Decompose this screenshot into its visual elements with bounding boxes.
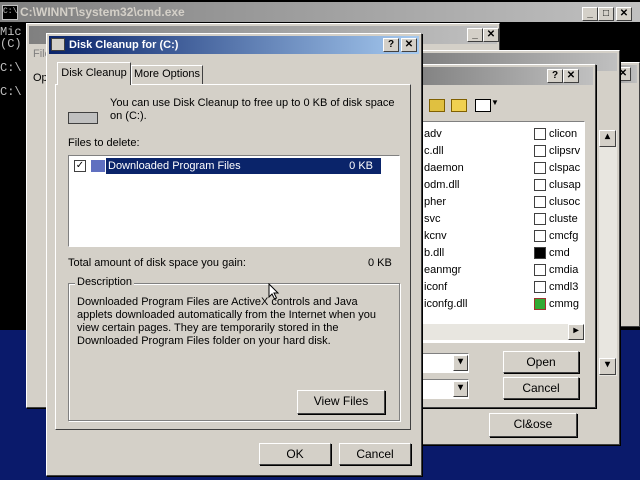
- close-dialog-button[interactable]: ✕: [401, 38, 417, 52]
- item-size: 0 KB: [349, 160, 373, 172]
- file-icon: [534, 196, 546, 209]
- mouse-cursor: [268, 283, 280, 300]
- file-item[interactable]: b.dll: [424, 246, 444, 260]
- cancel-button[interactable]: Cancel: [503, 377, 579, 399]
- cmd-minimize-button[interactable]: _: [582, 7, 598, 21]
- open-button[interactable]: Open: [503, 351, 579, 373]
- tab-disk-cleanup[interactable]: Disk Cleanup: [57, 62, 131, 85]
- file-item[interactable]: odm.dll: [424, 178, 459, 192]
- cmd-line-4: C:\: [0, 61, 22, 75]
- file-item[interactable]: cmdia: [534, 263, 578, 277]
- item-checkbox[interactable]: ✓: [74, 160, 86, 172]
- file-icon: [534, 264, 546, 277]
- scroll-up-button[interactable]: ▴: [599, 130, 616, 147]
- vertical-scrollbar[interactable]: ▴ ▾: [598, 130, 617, 376]
- up-folder-icon[interactable]: [429, 99, 445, 112]
- files-to-delete-list[interactable]: ✓ Downloaded Program Files 0 KB: [68, 155, 400, 247]
- close-button[interactable]: Cl&ose: [489, 413, 577, 437]
- file-item[interactable]: svc: [424, 212, 441, 226]
- disk-cleanup-dialog[interactable]: Disk Cleanup for (C:) ? ✕ Disk Cleanup M…: [46, 33, 422, 476]
- open-file-dialog[interactable]: ? ✕ ▼ adv c.dll daemon odm.dll pher svc …: [410, 64, 596, 408]
- description-group: Description Downloaded Program Files are…: [68, 276, 400, 421]
- file-item[interactable]: iconf: [424, 280, 447, 294]
- file-icon: [534, 230, 546, 243]
- file-item[interactable]: cmd: [534, 246, 570, 260]
- gear-file-icon: [534, 298, 546, 311]
- downloaded-files-icon: [91, 160, 105, 172]
- scroll-right-button[interactable]: ▸: [568, 324, 584, 340]
- file-item[interactable]: clusoc: [534, 195, 580, 209]
- file-item[interactable]: clicon: [534, 127, 577, 141]
- file-list[interactable]: adv c.dll daemon odm.dll pher svc kcnv b…: [417, 121, 585, 343]
- description-label: Description: [75, 276, 135, 288]
- filetype-dropdown-button[interactable]: ▾: [453, 381, 468, 397]
- file-item[interactable]: cmmg: [534, 297, 579, 311]
- file-item[interactable]: c.dll: [424, 144, 444, 158]
- help-button[interactable]: ?: [383, 38, 399, 52]
- filename-dropdown-button[interactable]: ▾: [453, 355, 468, 371]
- ok-button[interactable]: OK: [259, 443, 331, 465]
- item-name: Downloaded Program Files: [108, 160, 241, 172]
- horizontal-scrollbar[interactable]: [418, 324, 584, 340]
- view-files-button[interactable]: View Files: [297, 390, 385, 414]
- file-item[interactable]: clspac: [534, 161, 580, 175]
- file-item[interactable]: cmcfg: [534, 229, 578, 243]
- cmd-line-6: C:\: [0, 85, 22, 99]
- cmd-file-icon: [534, 247, 546, 260]
- file-item[interactable]: cmdl3: [534, 280, 578, 294]
- files-to-delete-label: Files to delete:: [68, 137, 140, 149]
- file-item[interactable]: pher: [424, 195, 446, 209]
- tab-panel: You can use Disk Cleanup to free up to 0…: [55, 84, 411, 430]
- file-icon: [534, 213, 546, 226]
- file-item[interactable]: clusap: [534, 178, 581, 192]
- bg1-minimize-button[interactable]: _: [467, 28, 483, 42]
- open-dialog-close-button[interactable]: ✕: [563, 69, 579, 83]
- bg1-close-button[interactable]: ✕: [483, 28, 499, 42]
- file-item[interactable]: daemon: [424, 161, 464, 175]
- disk-cleanup-titlebar[interactable]: Disk Cleanup for (C:): [49, 36, 419, 54]
- file-item[interactable]: kcnv: [424, 229, 447, 243]
- description-text: Downloaded Program Files are ActiveX con…: [77, 296, 377, 347]
- disk-cleanup-icon: [51, 38, 65, 51]
- cmd-close-button[interactable]: ✕: [616, 7, 632, 21]
- hard-disk-icon: [68, 112, 98, 124]
- cmd-title: C:\WINNT\system32\cmd.exe: [20, 5, 185, 19]
- cancel-dialog-button[interactable]: Cancel: [339, 443, 411, 465]
- cmd-titlebar[interactable]: C:\ C:\WINNT\system32\cmd.exe _ □ ✕: [0, 2, 640, 22]
- intro-text: You can use Disk Cleanup to free up to 0…: [110, 97, 395, 122]
- file-item[interactable]: cluste: [534, 212, 578, 226]
- total-gain-value: 0 KB: [368, 257, 392, 269]
- file-icon: [534, 162, 546, 175]
- file-icon: [534, 128, 546, 141]
- list-item[interactable]: ✓ Downloaded Program Files 0 KB: [71, 158, 381, 174]
- file-item[interactable]: iconfg.dll: [424, 297, 467, 311]
- disk-cleanup-title: Disk Cleanup for (C:): [69, 39, 179, 51]
- scroll-down-button[interactable]: ▾: [599, 358, 616, 375]
- file-icon: [534, 145, 546, 158]
- file-icon: [534, 179, 546, 192]
- file-item[interactable]: eanmgr: [424, 263, 461, 277]
- view-menu-arrow-icon[interactable]: ▼: [491, 98, 499, 107]
- new-folder-icon[interactable]: [451, 99, 467, 112]
- cmd-maximize-button[interactable]: □: [598, 7, 614, 21]
- total-gain-label: Total amount of disk space you gain:: [68, 257, 246, 269]
- cmd-line-2: (C): [0, 37, 22, 51]
- cmd-icon: C:\: [2, 5, 18, 20]
- view-menu-icon[interactable]: [475, 99, 491, 112]
- open-dialog-help-button[interactable]: ?: [547, 69, 563, 83]
- tab-more-options[interactable]: More Options: [131, 65, 203, 84]
- file-item[interactable]: clipsrv: [534, 144, 580, 158]
- file-item[interactable]: adv: [424, 127, 442, 141]
- file-icon: [534, 281, 546, 294]
